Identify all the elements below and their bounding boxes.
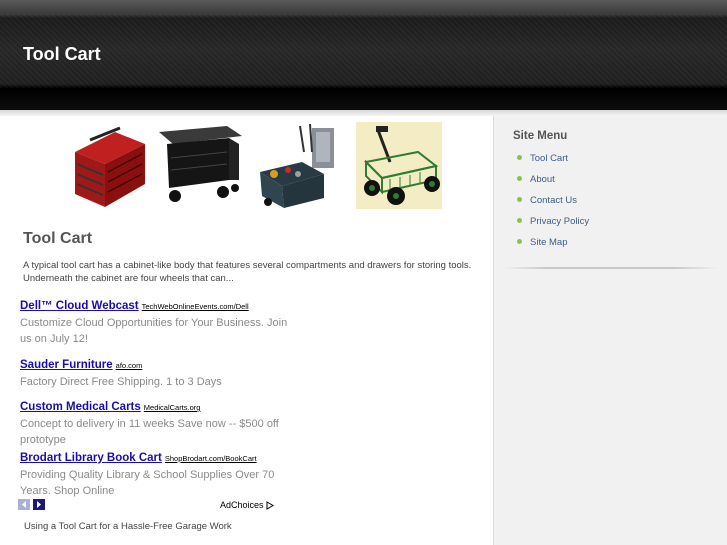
ad-text: Providing Quality Library & School Suppl…	[20, 469, 275, 497]
menu-item-tool-cart[interactable]: Tool Cart	[517, 153, 568, 164]
ad-title-link[interactable]: Custom Medical Carts	[20, 401, 141, 413]
site-menu-title: Site Menu	[513, 130, 568, 142]
article-description: A typical tool cart has a cabinet-like b…	[23, 260, 472, 284]
bullet-icon	[517, 175, 522, 181]
bullet-icon	[517, 238, 522, 244]
menu-item-label: About	[530, 174, 555, 185]
adchoices-label: AdChoices	[220, 500, 264, 510]
ad-url-link[interactable]: ShopBrodart.com/BookCart	[165, 454, 257, 463]
sidebar-divider	[503, 267, 718, 269]
ad-unit: Custom Medical Carts MedicalCarts.org Con…	[20, 397, 290, 448]
ad-url-link[interactable]: TechWebOnlineEvents.com/Dell	[142, 302, 249, 311]
ad-text: Concept to delivery in 11 weeks Save now…	[20, 418, 279, 446]
bullet-icon	[517, 217, 522, 223]
ad-next-arrow-icon[interactable]	[33, 499, 45, 510]
menu-item-privacy-policy[interactable]: Privacy Policy	[517, 216, 589, 227]
bullet-icon	[517, 154, 522, 160]
menu-item-about[interactable]: About	[517, 174, 555, 185]
adchoices-link[interactable]: AdChoices	[220, 500, 275, 510]
menu-item-label: Site Map	[530, 237, 568, 248]
ad-text: Customize Cloud Opportunities for Your B…	[20, 317, 288, 345]
ad-url-link[interactable]: MedicalCarts.org	[144, 403, 201, 412]
rolling-tool-bag-image	[260, 123, 334, 208]
ad-title-link[interactable]: Sauder Furniture	[20, 359, 113, 371]
menu-item-label: Privacy Policy	[530, 216, 590, 227]
menu-item-label: Tool Cart	[530, 153, 569, 164]
site-title[interactable]: Tool Cart	[23, 44, 101, 65]
header-texture	[0, 14, 727, 88]
menu-item-label: Contact Us	[530, 195, 577, 206]
ad-unit: Sauder Furniture afo.com Factory Direct F…	[20, 355, 290, 390]
ad-previous-arrow-icon[interactable]	[18, 499, 30, 510]
adchoices-triangle-icon	[266, 501, 275, 510]
ad-title-link[interactable]: Dell™ Cloud Webcast	[20, 300, 139, 312]
menu-item-site-map[interactable]: Site Map	[517, 237, 568, 248]
ad-text: Factory Direct Free Shipping. 1 to 3 Day…	[20, 376, 222, 388]
page-title: Tool Cart	[23, 230, 93, 247]
ad-unit: Brodart Library Book Cart ShopBrodart.com…	[20, 448, 290, 499]
menu-item-contact-us[interactable]: Contact Us	[517, 195, 577, 206]
ad-unit: Dell™ Cloud Webcast TechWebOnlineEvents.c…	[20, 296, 290, 347]
site-header: Tool Cart	[0, 0, 727, 110]
related-article-link[interactable]: Using a Tool Cart for a Hassle-Free Gara…	[24, 521, 232, 532]
red-tool-chest-image	[75, 126, 145, 207]
black-rolling-tool-cart-image	[159, 126, 242, 202]
bullet-icon	[517, 196, 522, 202]
ad-title-link[interactable]: Brodart Library Book Cart	[20, 452, 162, 464]
ad-url-link[interactable]: afo.com	[116, 361, 143, 370]
green-wagon-cart-image	[356, 122, 442, 209]
